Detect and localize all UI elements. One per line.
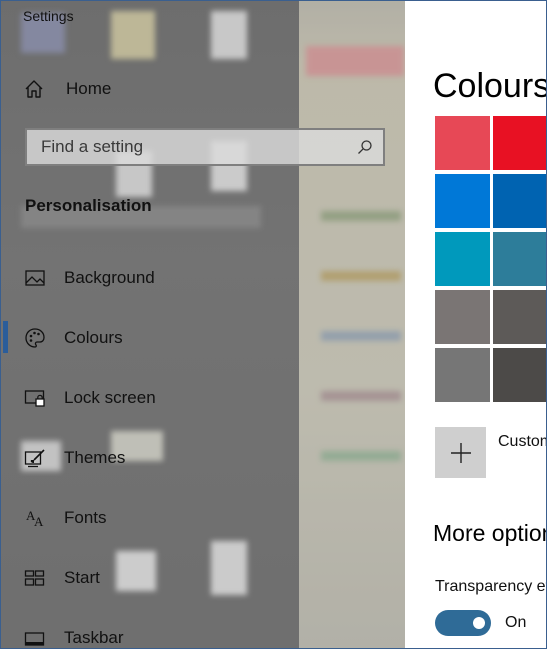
palette-icon [25,328,45,348]
more-options-heading: More options [433,520,546,546]
settings-window: Settings Home Personalisation [0,0,547,649]
nav-item-background[interactable]: Background [1,257,405,301]
colour-swatch[interactable] [493,116,546,170]
nav-item-start[interactable]: Start [1,557,405,601]
nav-item-label: Background [64,268,155,287]
colour-swatch[interactable] [435,290,490,344]
custom-colour-label[interactable]: Custom colour [498,433,546,451]
colour-swatch[interactable] [435,232,490,286]
nav-item-label: Taskbar [64,628,124,647]
custom-colour-button[interactable] [435,427,486,478]
nav-item-lock-screen[interactable]: Lock screen [1,377,405,421]
search-box[interactable] [25,128,385,166]
transparency-toggle[interactable] [435,610,491,636]
themes-brush-icon [24,449,45,468]
nav-item-fonts[interactable]: A A Fonts [1,497,405,541]
picture-icon [25,270,45,286]
nav-item-label: Start [64,568,100,587]
nav-item-label: Fonts [64,508,107,527]
page-title: Colours [433,67,547,105]
selection-indicator [3,321,8,353]
section-title: Personalisation [25,196,152,215]
nav-item-label: Colours [64,328,123,347]
nav-item-colours[interactable]: Colours [1,317,405,361]
nav-item-taskbar[interactable]: Taskbar [1,617,405,648]
home-label: Home [66,79,112,98]
taskbar-icon [24,632,45,646]
colour-swatch[interactable] [493,232,546,286]
search-icon[interactable] [357,139,373,155]
window-title: Settings [23,8,74,24]
nav-item-label: Lock screen [64,388,156,407]
colour-swatch[interactable] [493,290,546,344]
content-pane: Colours Custom colour More options Trans… [405,1,547,648]
colour-swatch[interactable] [435,116,490,170]
svg-text:A: A [34,514,44,529]
navigation-pane: Settings Home Personalisation [1,1,405,648]
toggle-state-label: On [505,614,527,631]
home-nav-item[interactable]: Home [23,77,111,101]
colour-swatch[interactable] [493,174,546,228]
nav-item-label: Themes [64,448,126,467]
search-input[interactable] [27,130,361,164]
plus-icon [450,442,471,463]
colour-swatch[interactable] [435,348,490,402]
colour-swatch[interactable] [493,348,546,402]
nav-item-themes[interactable]: Themes [1,437,405,481]
transparency-label: Transparency effects [435,578,546,595]
home-icon [25,80,43,98]
colour-swatch[interactable] [435,174,490,228]
toggle-knob [473,617,485,629]
start-tiles-icon [24,570,45,586]
fonts-icon: A A [26,508,44,529]
lock-screen-icon [24,390,45,407]
